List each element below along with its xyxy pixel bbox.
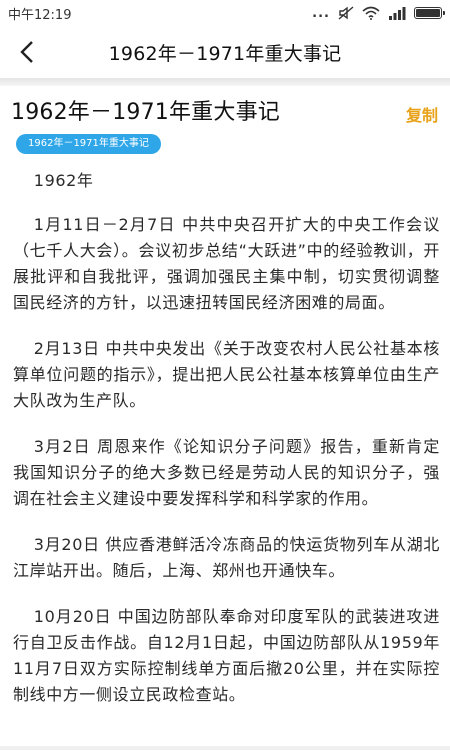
article-paragraph: 3月2日 周恩来作《论知识分子问题》报告，重新肯定我国知识分子的绝大多数已经是劳… xyxy=(13,437,440,508)
status-time: 中午12:19 xyxy=(8,7,72,23)
wifi-icon xyxy=(362,6,380,20)
copy-button[interactable]: 复制 xyxy=(406,102,438,126)
article-paragraph: 2月13日 中共中央发出《关于改变农村人民公社基本核算单位问题的指示》，提出把人… xyxy=(13,339,440,410)
article-paragraph: 3月20日 供应香港鲜活冷冻商品的快运货物列车从湖北江岸站开出。随后，上海、郑州… xyxy=(13,535,440,580)
article-body: 1962年 1月11日－2月7日 中共中央召开扩大的中央工作会议（七千人大会）。… xyxy=(13,168,440,728)
category-tag[interactable]: 1962年－1971年重大事记 xyxy=(16,134,161,154)
status-bar: 中午12:19 ... xyxy=(0,0,450,26)
mute-icon xyxy=(338,6,354,20)
nav-title: 1962年－1971年重大事记 xyxy=(108,42,342,65)
back-button[interactable] xyxy=(14,38,42,66)
article-paragraph: 1月11日－2月7日 中共中央召开扩大的中央工作会议（七千人大会）。会议初步总结… xyxy=(13,215,440,312)
battery-icon xyxy=(414,7,445,19)
article-title: 1962年－1971年重大事记 xyxy=(11,100,280,125)
more-dots: ... xyxy=(312,5,330,21)
chevron-left-icon xyxy=(20,41,33,63)
nav-bar: 1962年－1971年重大事记 xyxy=(0,26,450,78)
bottom-edge xyxy=(0,746,450,750)
article-header: 1962年－1971年重大事记 复制 xyxy=(0,86,450,130)
nav-divider xyxy=(0,78,450,86)
article-paragraph: 10月20日 中国边防部队奉命对印度军队的武装进攻进行自卫反击作战。自12月1日… xyxy=(13,607,440,704)
article-content[interactable]: 1962年－1971年重大事记 复制 1962年－1971年重大事记 1962年… xyxy=(0,86,450,750)
article-paragraph: 1962年 xyxy=(33,171,94,190)
status-icons: ... xyxy=(312,5,445,21)
signal-icon xyxy=(388,6,406,20)
battery-fill xyxy=(416,9,440,17)
